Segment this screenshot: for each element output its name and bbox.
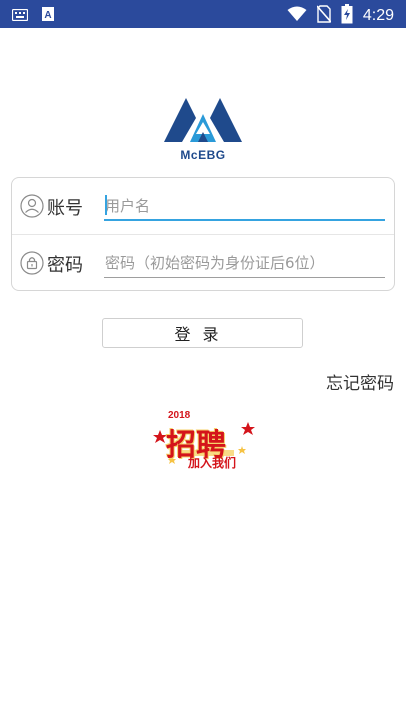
status-bar-left: A (11, 6, 54, 25)
login-form-card: 账号 密码 (11, 177, 395, 291)
svg-text:A: A (44, 10, 51, 21)
username-underline (104, 219, 385, 221)
account-label: 账号 (47, 198, 83, 219)
keyboard-icon (11, 6, 29, 25)
password-underline (104, 277, 385, 278)
logo-text: McEBG (180, 148, 226, 162)
recruit-subtitle: 加入我们 (188, 456, 237, 470)
password-row: 密码 (12, 235, 394, 292)
password-label: 密码 (47, 255, 83, 276)
account-row: 账号 (12, 178, 394, 235)
forgot-password-link[interactable]: 忘记密码 (326, 369, 394, 394)
no-sim-icon (316, 5, 332, 27)
recruit-banner[interactable]: 2018 招聘 加入我们 (152, 402, 258, 476)
status-time: 4:29 (362, 7, 394, 24)
username-input[interactable] (104, 192, 384, 220)
battery-charging-icon (341, 4, 353, 28)
a-notification-icon: A (42, 6, 54, 25)
status-bar-right: 4:29 (287, 4, 394, 28)
login-button[interactable]: 登录 (102, 318, 303, 348)
user-icon (20, 194, 44, 218)
lock-icon (20, 251, 44, 275)
logo-mark-icon (164, 98, 242, 142)
wifi-icon (287, 6, 307, 26)
status-bar: A 4:29 (0, 0, 406, 28)
password-input[interactable] (104, 249, 384, 277)
app-logo: McEBG (164, 94, 242, 162)
text-caret (105, 195, 107, 215)
